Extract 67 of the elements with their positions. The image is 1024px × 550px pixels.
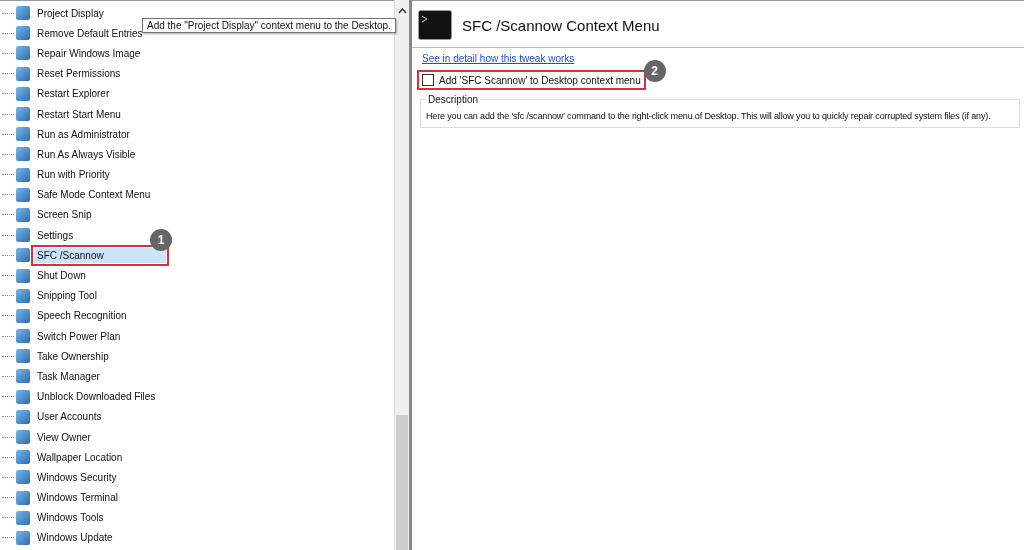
tree-item[interactable]: View Owner [34,429,94,445]
description-text: Here you can add the 'sfc /scannow' command to the right-click menu of Desktop. This will allow you to quickly repair corrupted system files (if any). [426,111,992,121]
tree-item[interactable]: Repair Windows Image [34,45,144,61]
tree-item[interactable]: Windows Update [34,530,116,546]
app-icon [16,389,30,404]
tree-item[interactable]: Settings [34,227,77,243]
tooltip: Add the "Project Display" context menu to the Desktop. [142,18,396,33]
tree-item[interactable]: Wallpaper Location [34,449,126,465]
app-icon [16,470,30,485]
tree-item[interactable]: Windows Tools [34,510,107,526]
app-icon [16,207,30,222]
tree-item[interactable]: SFC /Scannow [34,247,166,263]
app-icon [16,66,30,81]
scroll-up-icon[interactable] [398,8,407,14]
tree-item[interactable]: Windows Security [34,469,120,485]
tree-item[interactable]: Safe Mode Context Menu [34,187,154,203]
tree-item[interactable]: Speech Recognition [34,308,130,324]
option-checkbox[interactable]: Add 'SFC Scannow' to Desktop context menu [419,72,644,88]
app-icon [16,6,30,21]
app-icon [16,127,30,142]
tree-item[interactable]: Run as Administrator [34,126,133,142]
app-icon [16,46,30,61]
tree-item[interactable]: Switch Power Plan [34,328,124,344]
app-icon [16,308,30,323]
tree-item[interactable]: Run with Priority [34,167,113,183]
tweak-link[interactable]: See in detail how this tweak works [422,53,575,64]
tree-item[interactable]: Restart Start Menu [34,106,124,122]
tree-item[interactable]: Windows Terminal [34,490,121,506]
app-icon [16,490,30,505]
tree-item[interactable]: Take Ownership [34,348,112,364]
app-icon [16,409,30,424]
app-icon [16,107,30,122]
tree-item[interactable]: Screen Snip [34,207,95,223]
app-icon [16,530,30,545]
app-icon [16,26,30,41]
tree-item[interactable]: Task Manager [34,368,103,384]
app-icon [16,288,30,303]
group-legend: Description [426,94,481,105]
app-icon [16,86,30,101]
checkbox[interactable] [422,74,434,86]
tweak-title: SFC /Scannow Context Menu [462,16,660,34]
tree-item[interactable]: Shut Down [34,268,89,284]
app-icon [16,369,30,384]
app-icon [16,228,30,243]
app-icon [16,329,30,344]
tree-item[interactable]: Reset Permissions [34,66,124,82]
app-icon [16,248,30,263]
app-icon [16,147,30,162]
scrollbar-thumb[interactable] [396,415,408,550]
app-icon [16,430,30,445]
terminal-icon [418,10,452,40]
tree-item[interactable]: User Accounts [34,409,105,425]
app-icon [16,510,30,525]
app-icon [16,450,30,465]
tree-item[interactable]: Run As Always Visible [34,146,139,162]
tree-item[interactable]: Unblock Downloaded Files [34,389,159,405]
tree-item[interactable]: Project Display [34,5,107,21]
app-icon [16,167,30,182]
step-badge: 1 [150,229,172,252]
checkbox-label: Add 'SFC Scannow' to Desktop context menu [439,74,641,86]
step-badge: 2 [643,60,666,82]
tree-item[interactable]: Restart Explorer [34,86,113,102]
app-icon [16,349,30,364]
scrollbar[interactable] [394,0,411,550]
tree-item[interactable]: Snipping Tool [34,288,100,304]
app-icon [16,268,30,283]
app-icon [16,187,30,202]
